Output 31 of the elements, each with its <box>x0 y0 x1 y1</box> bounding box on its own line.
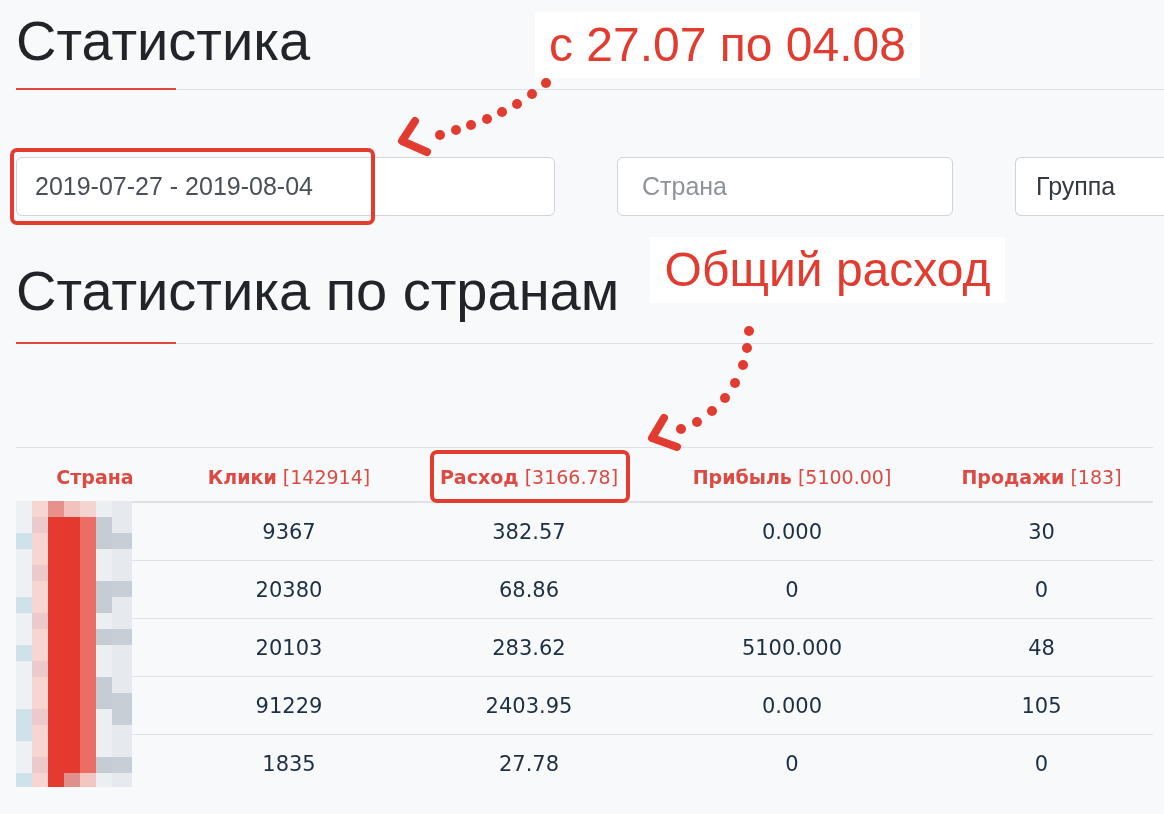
table-cell: 1835 <box>262 751 316 777</box>
table-cell: 20103 <box>255 634 323 661</box>
table-cell: 30 <box>1028 518 1055 545</box>
table-cell: 91229 <box>255 692 323 719</box>
table-cell: 0 <box>785 751 799 777</box>
annotation-callout: Общий расход <box>650 237 1005 303</box>
table-cell: 0.000 <box>761 518 823 545</box>
country-field[interactable]: Страна <box>617 157 953 216</box>
page-title: Статистика <box>16 8 311 69</box>
table-cell: 20380 <box>255 576 323 603</box>
table-cell: 2403.95 <box>485 692 573 719</box>
table-cell: 27.78 <box>498 751 560 777</box>
table-cell: 283.62 <box>492 634 566 661</box>
table-cell: 105 <box>1021 692 1062 719</box>
column-header: Расход [3166.78] <box>439 464 619 489</box>
column-header: Прибыль [5100.00] <box>692 464 892 489</box>
table-cell: 0 <box>785 576 799 603</box>
table-cell: 9367 <box>262 518 316 545</box>
table-cell: 5100.000 <box>741 634 843 661</box>
annotation-callout: с 27.07 по 04.08 <box>535 12 920 78</box>
column-header: Продажи [183] <box>961 464 1122 489</box>
table-cell: 48 <box>1028 634 1055 661</box>
table-cell: 0 <box>1034 751 1049 777</box>
date-range-field[interactable]: 2019-07-27 - 2019-08-04 <box>16 157 555 216</box>
table-cell: 0.000 <box>761 692 823 719</box>
table-cell: 0 <box>1034 576 1049 603</box>
column-header: Клики [142914] <box>207 464 371 489</box>
column-header: Страна <box>56 464 134 489</box>
table-cell: 68.86 <box>498 576 560 603</box>
group-select[interactable]: Группа <box>1015 157 1164 216</box>
table-cell: 382.57 <box>492 518 566 545</box>
